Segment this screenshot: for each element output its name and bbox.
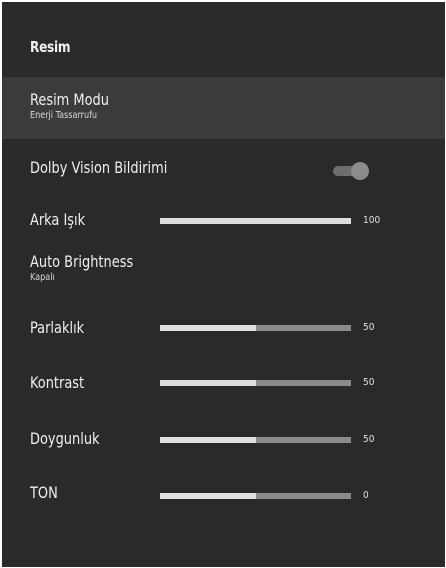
tone-slider-fill (160, 493, 256, 499)
picture-mode-label: Resim Modu (30, 90, 109, 109)
backlight-slider[interactable] (160, 218, 351, 224)
backlight-item[interactable]: Arka Işık 100 (2, 206, 445, 240)
brightness-item[interactable]: Parlaklık 50 (2, 312, 445, 346)
saturation-slider-fill (160, 437, 256, 443)
picture-mode-value: Enerji Tassarrufu (30, 110, 98, 121)
backlight-label: Arka Işık (30, 210, 86, 229)
auto-brightness-label: Auto Brightness (30, 252, 134, 271)
contrast-label: Kontrast (30, 373, 85, 392)
tone-value: 0 (363, 490, 369, 501)
dolby-vision-toggle[interactable] (333, 162, 369, 180)
picture-settings-panel: Resim Resim Modu Enerji Tassarrufu Dolby… (2, 2, 445, 567)
contrast-slider-fill (160, 380, 256, 386)
saturation-item[interactable]: Doygunluk 50 (2, 424, 445, 458)
saturation-slider[interactable] (160, 437, 351, 443)
auto-brightness-item[interactable]: Auto Brightness Kapalı (2, 247, 445, 291)
backlight-value: 100 (363, 215, 381, 226)
contrast-value: 50 (363, 377, 375, 388)
backlight-slider-fill (160, 218, 351, 224)
picture-mode-item[interactable]: Resim Modu Enerji Tassarrufu (2, 78, 445, 139)
toggle-knob (351, 162, 369, 180)
brightness-slider-fill (160, 325, 256, 331)
brightness-slider[interactable] (160, 325, 351, 331)
tone-slider[interactable] (160, 493, 351, 499)
saturation-label: Doygunluk (30, 429, 100, 448)
auto-brightness-value: Kapalı (30, 272, 55, 283)
contrast-slider[interactable] (160, 380, 351, 386)
brightness-value: 50 (363, 322, 375, 333)
tone-label: TON (30, 483, 58, 502)
saturation-value: 50 (363, 434, 375, 445)
dolby-vision-label: Dolby Vision Bildirimi (30, 158, 168, 177)
brightness-label: Parlaklık (30, 318, 85, 337)
tone-item[interactable]: TON 0 (2, 479, 445, 513)
contrast-item[interactable]: Kontrast 50 (2, 368, 445, 402)
panel-title: Resim (30, 38, 71, 56)
dolby-vision-item[interactable]: Dolby Vision Bildirimi (2, 152, 445, 188)
